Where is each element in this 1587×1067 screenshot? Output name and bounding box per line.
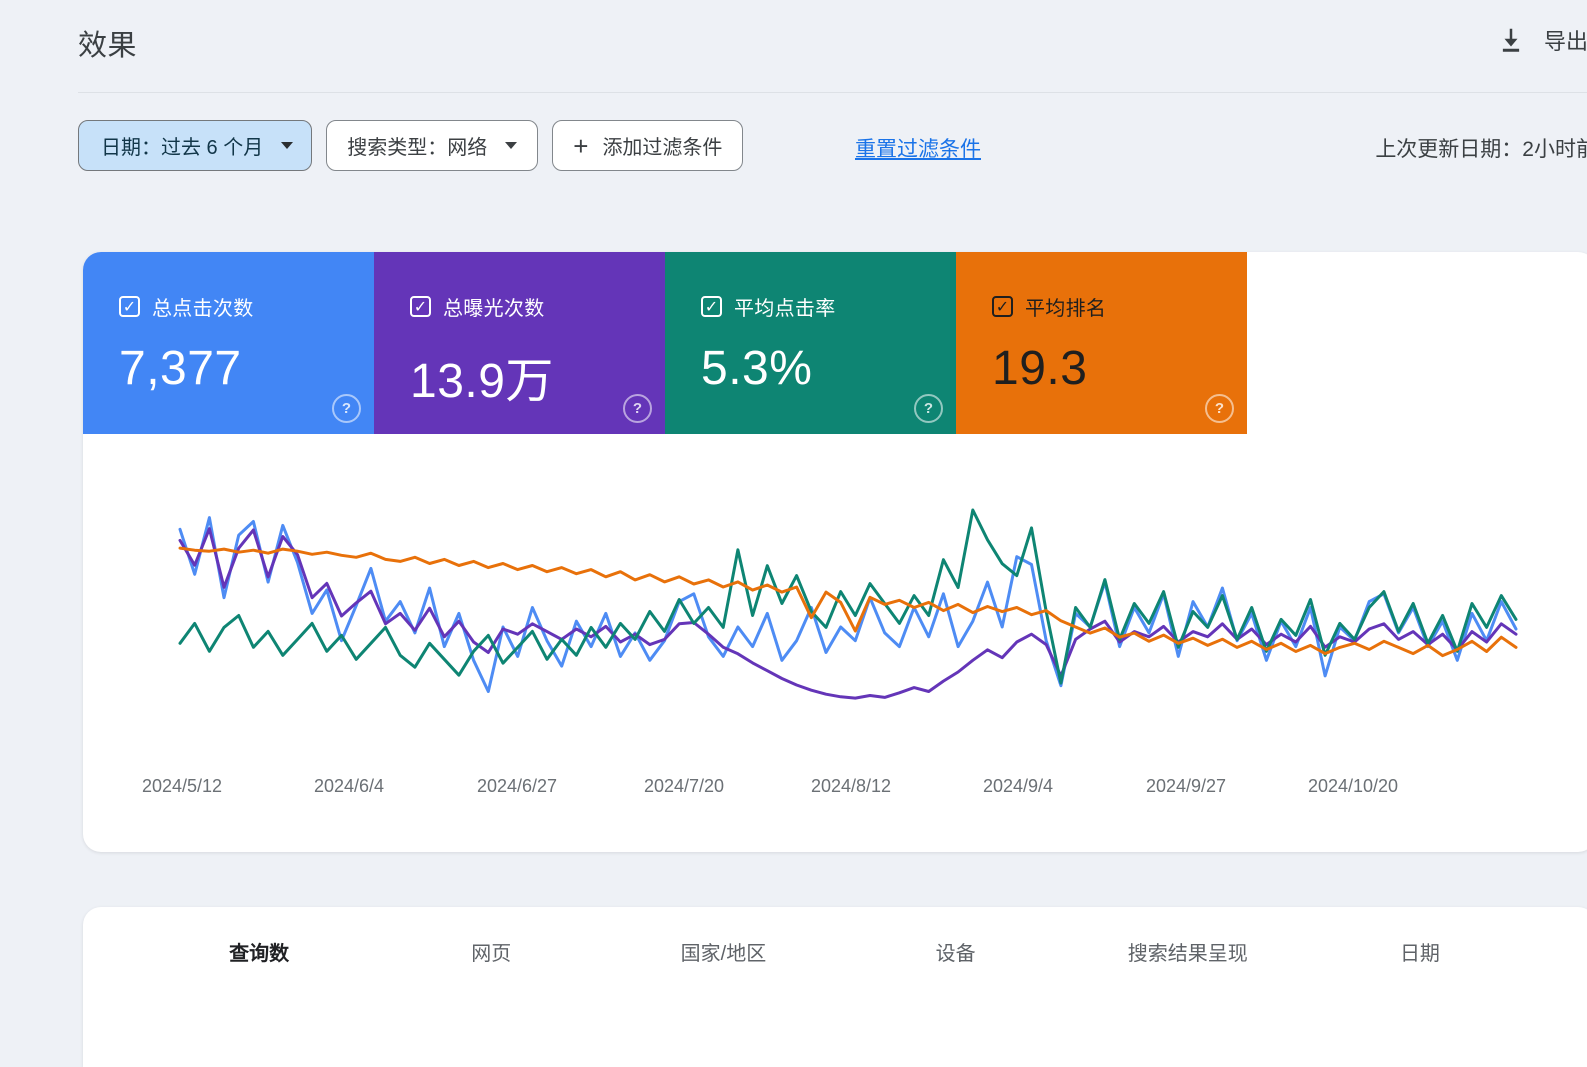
position-label: 平均排名 — [1025, 298, 1107, 320]
metric-card-impressions[interactable]: ✓ 总曝光次数 13.9万 ? — [374, 252, 665, 434]
chevron-down-icon — [505, 142, 518, 149]
dimension-tabs: 查询数 网页 国家/地区 设备 搜索结果呈现 日期 — [83, 907, 1587, 982]
date-filter-label: 日期：过去 6 个月 — [101, 137, 264, 159]
tab-countries[interactable]: 国家/地区 — [607, 937, 839, 982]
export-button[interactable]: 导出 — [1544, 24, 1587, 56]
ctr-value: 5.3% — [701, 342, 813, 395]
clicks-label: 总点击次数 — [152, 298, 254, 320]
ctr-label: 平均点击率 — [734, 298, 836, 320]
page-title: 效果 — [78, 30, 138, 62]
impressions-label: 总曝光次数 — [443, 298, 545, 320]
tab-search-appearance[interactable]: 搜索结果呈现 — [1072, 937, 1304, 982]
help-icon[interactable]: ? — [914, 394, 943, 423]
filter-bar: 日期：过去 6 个月 搜索类型：网络 + 添加过滤条件 — [78, 120, 744, 171]
help-icon[interactable]: ? — [1205, 394, 1234, 423]
position-value: 19.3 — [992, 342, 1088, 395]
tab-dates[interactable]: 日期 — [1304, 937, 1536, 982]
reset-filters-link[interactable]: 重置过滤条件 — [855, 133, 981, 163]
add-filter-label: 添加过滤条件 — [602, 137, 723, 159]
download-icon-glyph — [1502, 28, 1520, 52]
dimensions-card: 查询数 网页 国家/地区 设备 搜索结果呈现 日期 — [83, 907, 1587, 1067]
performance-panel: ✓ 总点击次数 7,377 ? ✓ 总曝光次数 13.9万 ? ✓ 平均点击率 … — [83, 252, 1587, 852]
plus-icon: + — [573, 130, 589, 161]
clicks-checkbox[interactable]: ✓ — [119, 296, 140, 317]
search-type-label: 搜索类型：网络 — [347, 137, 488, 159]
tab-queries[interactable]: 查询数 — [143, 937, 375, 982]
tab-devices[interactable]: 设备 — [840, 937, 1072, 982]
add-filter-chip[interactable]: + 添加过滤条件 — [552, 120, 744, 171]
metric-card-position[interactable]: ✓ 平均排名 19.3 ? — [956, 252, 1247, 434]
export-area: 导出 — [1496, 24, 1587, 56]
chevron-down-icon — [281, 142, 294, 149]
ctr-checkbox[interactable]: ✓ — [701, 296, 722, 317]
chart-line-ctr — [178, 508, 1518, 685]
last-updated-text: 上次更新日期：2小时前 — [1375, 138, 1587, 161]
search-type-filter-chip[interactable]: 搜索类型：网络 — [326, 120, 539, 171]
date-filter-chip[interactable]: 日期：过去 6 个月 — [78, 120, 313, 171]
metric-card-ctr[interactable]: ✓ 平均点击率 5.3% ? — [665, 252, 956, 434]
position-checkbox[interactable]: ✓ — [992, 296, 1013, 317]
help-icon[interactable]: ? — [332, 394, 361, 423]
impressions-checkbox[interactable]: ✓ — [410, 296, 431, 317]
metric-card-clicks[interactable]: ✓ 总点击次数 7,377 ? — [83, 252, 374, 434]
header-divider — [78, 92, 1587, 93]
download-icon[interactable] — [1496, 25, 1526, 55]
help-icon[interactable]: ? — [623, 394, 652, 423]
metric-cards-row: ✓ 总点击次数 7,377 ? ✓ 总曝光次数 13.9万 ? ✓ 平均点击率 … — [83, 252, 1247, 434]
tab-pages[interactable]: 网页 — [375, 937, 607, 982]
clicks-value: 7,377 — [119, 342, 242, 395]
